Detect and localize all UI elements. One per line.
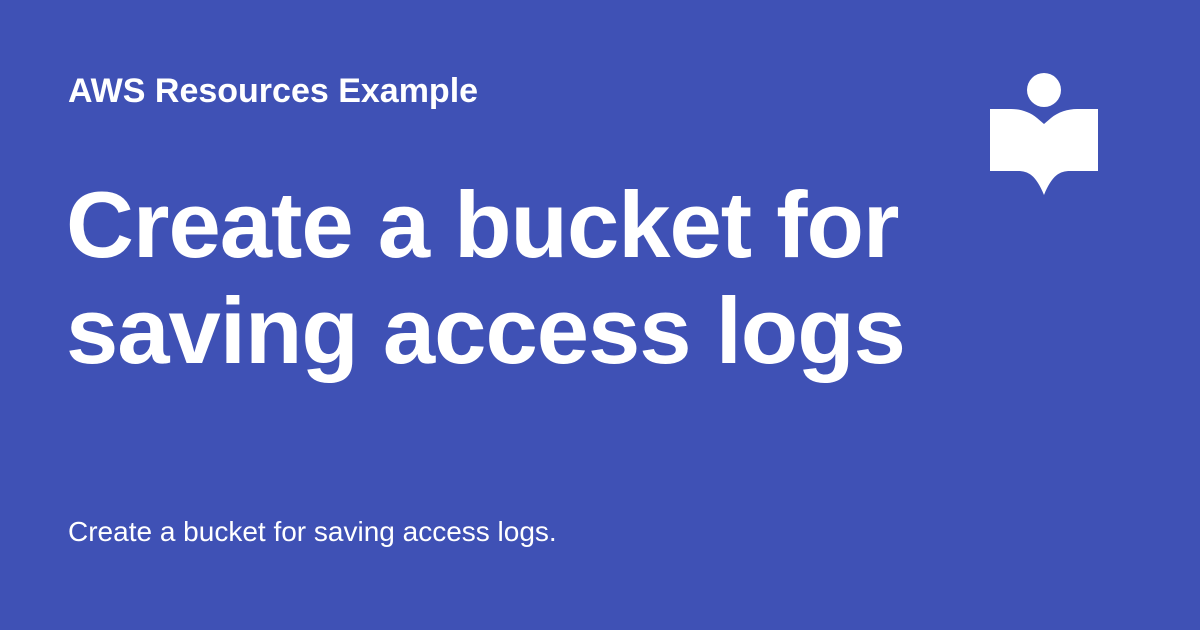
reader-book-icon [988, 70, 1100, 198]
site-name: AWS Resources Example [68, 72, 479, 110]
page-description: Create a bucket for saving access logs. [68, 516, 557, 547]
page-title: Create a bucket for saving access logs [66, 172, 906, 383]
social-card: AWS Resources Example Create a bucket fo… [0, 0, 1200, 630]
